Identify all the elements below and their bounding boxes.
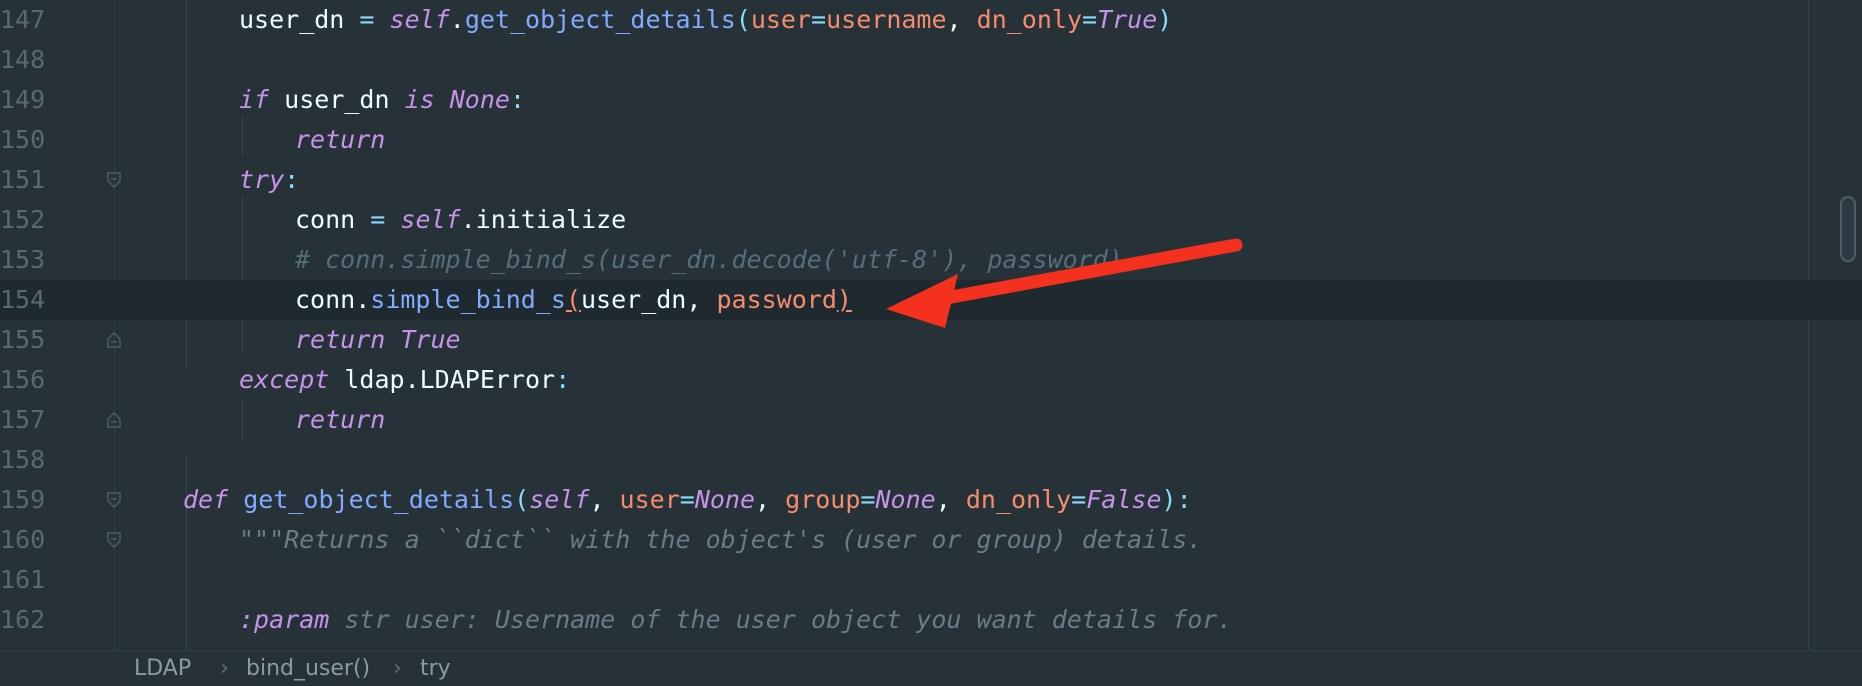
annotation-arrow [886,238,1243,328]
code-editor[interactable]: 147 user_dn = self.get_object_details(use… [0,0,1862,686]
chevron-right-icon: › [393,656,402,681]
chevron-right-icon: › [220,656,229,681]
breadcrumb: LDAP › bind_user() › try [0,650,1862,686]
breadcrumb-item[interactable]: LDAP [134,651,191,686]
breadcrumb-item[interactable]: bind_user() [246,651,370,686]
breadcrumb-item[interactable]: try [420,651,451,686]
